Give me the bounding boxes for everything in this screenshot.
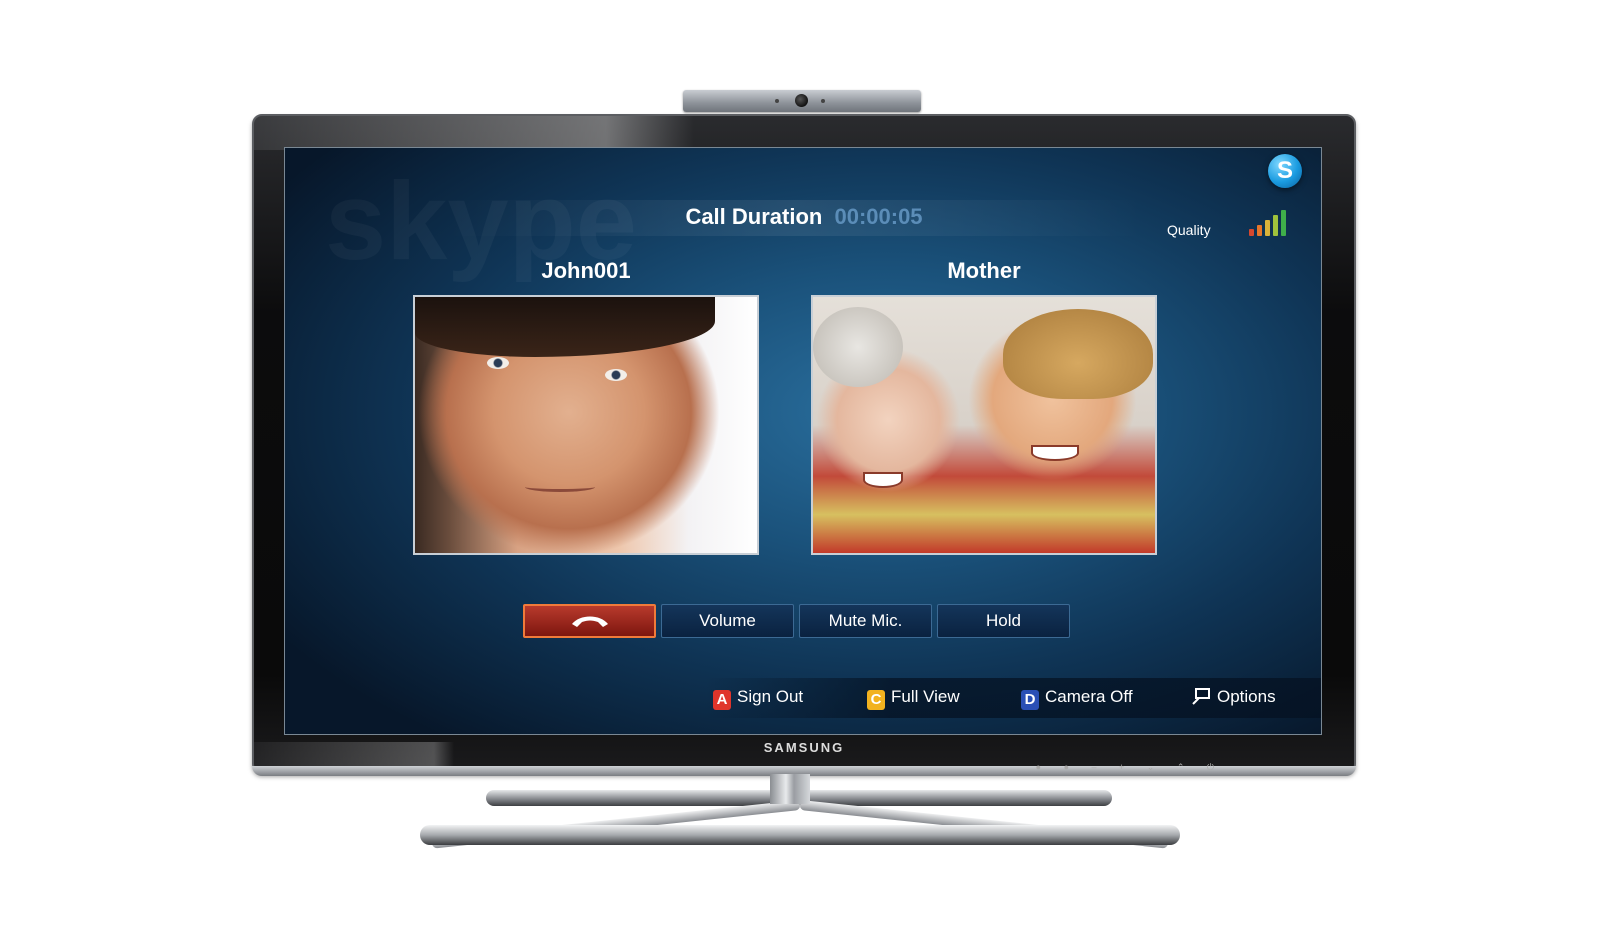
quality-label: Quality [1167,222,1211,238]
camera-off-label: Camera Off [1045,687,1133,706]
sign-out-label: Sign Out [737,687,804,706]
eye-right [605,369,627,381]
tv-hardware-buttons[interactable]: ● ● – + ⌄ ⌃ ⏻ [1036,762,1224,773]
signal-bars-icon [1249,208,1297,236]
signal-bar [1249,229,1254,236]
call-duration-label: Call Duration [685,204,823,229]
yellow-key-icon: C [867,690,885,710]
skype-logo-icon: S [1268,154,1302,188]
options-label: Options [1217,687,1276,706]
participant-name-mother: Mother [947,258,1021,283]
tv-stand-front [420,825,1180,845]
mute-mic-button[interactable]: Mute Mic. [799,604,932,638]
camera-off-shortcut[interactable]: D Camera Off [1021,686,1133,710]
hold-button[interactable]: Hold [937,604,1070,638]
video-feed-mother[interactable] [811,295,1157,555]
volume-button[interactable]: Volume [661,604,794,638]
tv-stand-neck [770,774,810,804]
signal-bar [1257,225,1262,236]
tv-scene: SAMSUNG ● ● – + ⌄ ⌃ ⏻ skype S Call Durat… [0,0,1600,952]
call-duration-value: 00:00:05 [834,204,923,229]
camera-mic [821,99,825,103]
participant-name-john: John001 [541,258,631,283]
smile-grandmother [863,472,903,488]
eye-left [487,357,509,369]
webcam-icon [683,90,921,112]
signal-bar [1273,215,1278,236]
tv-brand-logo: SAMSUNG [763,740,845,755]
hair-grandmother [813,307,903,387]
red-key-icon: A [713,690,731,710]
hair-boy [1003,309,1153,399]
smile-boy [1031,445,1079,461]
signal-bar [1265,220,1270,236]
camera-lens [795,94,808,107]
options-shortcut[interactable]: Options [1191,686,1276,708]
full-view-shortcut[interactable]: C Full View [867,686,960,710]
end-call-button[interactable] [523,604,656,638]
video-feed-john[interactable] [413,295,759,555]
sign-out-shortcut[interactable]: A Sign Out [713,686,803,710]
skype-call-screen: skype S Call Duration 00:00:05 Quality J… [284,147,1322,735]
hair-shape [415,297,715,357]
camera-led [775,99,779,103]
full-view-label: Full View [891,687,960,706]
blue-key-icon: D [1021,690,1039,710]
bezel-gloss [254,116,694,150]
options-icon [1192,688,1210,705]
mouth-shape [525,482,595,492]
phone-hangup-icon [571,616,608,627]
signal-bar [1281,210,1286,236]
